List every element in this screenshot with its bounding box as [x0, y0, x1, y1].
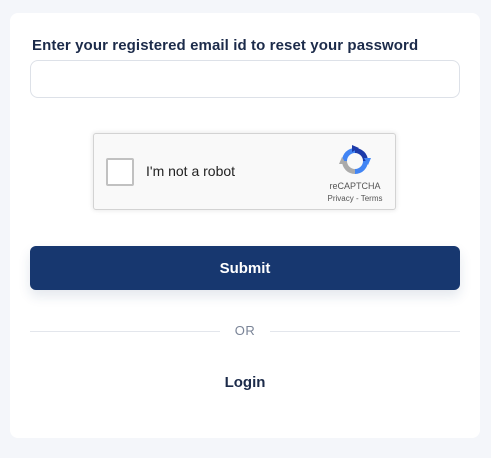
recaptcha-links: Privacy - Terms — [316, 194, 394, 203]
recaptcha-widget: I'm not a robot reCAPTCHA Privacy - Term… — [93, 133, 396, 210]
reset-password-card: Enter your registered email id to reset … — [10, 13, 480, 438]
recaptcha-checkbox[interactable] — [106, 158, 134, 186]
recaptcha-privacy-link[interactable]: Privacy — [328, 194, 354, 203]
submit-button[interactable]: Submit — [30, 246, 460, 290]
recaptcha-terms-link[interactable]: Terms — [361, 194, 383, 203]
recaptcha-logo-icon — [339, 145, 371, 174]
recaptcha-label: I'm not a robot — [146, 163, 236, 179]
divider-line-right — [270, 331, 460, 332]
email-input[interactable] — [30, 60, 460, 98]
recaptcha-brand: reCAPTCHA — [329, 181, 381, 191]
or-divider: OR — [30, 321, 460, 341]
email-label: Enter your registered email id to reset … — [32, 37, 419, 54]
recaptcha-links-separator: - — [353, 194, 361, 203]
login-link[interactable]: Login — [30, 374, 460, 391]
